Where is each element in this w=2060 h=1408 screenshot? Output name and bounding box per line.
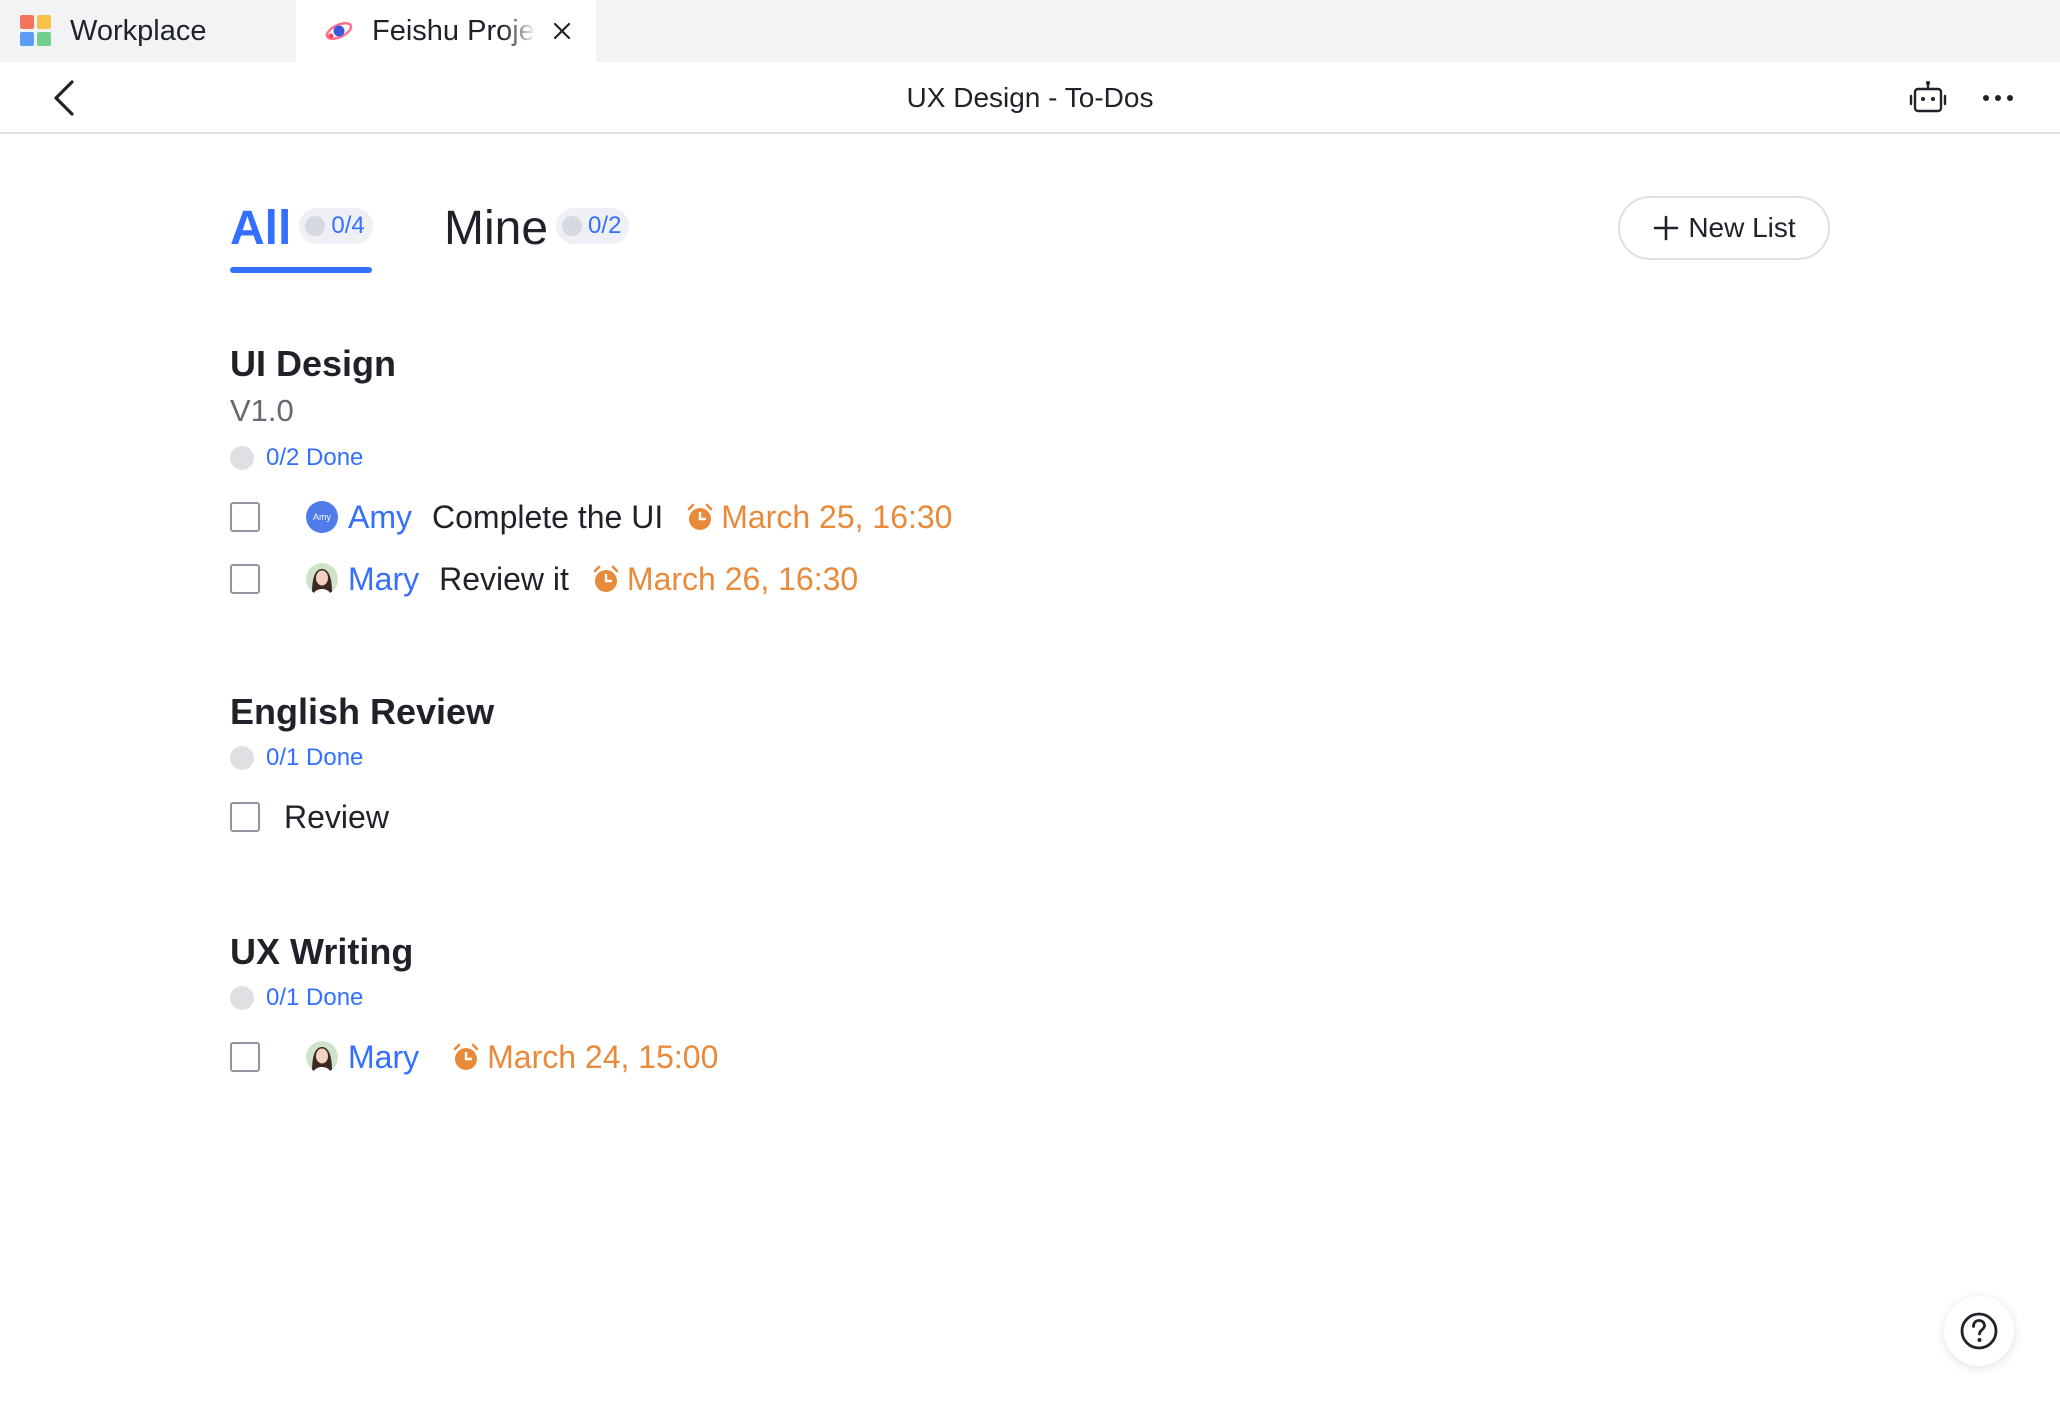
active-tab-underline bbox=[230, 267, 372, 273]
task-text: Review it bbox=[439, 560, 569, 597]
task-text: Complete the UI bbox=[432, 498, 664, 535]
task-row[interactable]: Review bbox=[230, 786, 1830, 848]
alarm-clock-icon bbox=[593, 565, 619, 592]
more-icon[interactable] bbox=[1978, 78, 2018, 118]
assignee-name: Amy bbox=[348, 498, 412, 535]
filter-tab-mine-label: Mine bbox=[444, 202, 549, 255]
progress-text: 0/2 Done bbox=[266, 444, 364, 471]
task-assignee[interactable]: Amy Amy bbox=[306, 499, 412, 536]
progress-dot bbox=[230, 986, 254, 1010]
list-progress: 0/2 Done bbox=[230, 438, 1830, 478]
plus-icon bbox=[1654, 215, 1679, 241]
task-assignee[interactable]: Mary bbox=[306, 561, 419, 598]
count-badge: 0/2 bbox=[556, 208, 630, 244]
avatar bbox=[306, 563, 338, 595]
count-badge-text: 0/2 bbox=[588, 212, 622, 239]
task-due[interactable]: March 25, 16:30 bbox=[685, 499, 952, 536]
todo-list-section: UX Writing 0/1 Done Mary March 24, 15:00 bbox=[230, 930, 1830, 1088]
list-subtitle: V1.0 bbox=[230, 393, 294, 428]
filter-tab-all-label: All bbox=[230, 202, 292, 255]
list-title: UX Writing bbox=[230, 931, 414, 972]
workplace-grid-icon bbox=[20, 15, 51, 46]
tab-feishu-project[interactable]: Feishu Project bbox=[296, 0, 596, 62]
task-checkbox[interactable] bbox=[230, 564, 260, 594]
feishu-project-icon bbox=[325, 22, 353, 40]
progress-dot bbox=[230, 746, 254, 770]
task-row[interactable]: Mary Review it March 26, 16:30 bbox=[230, 548, 1830, 610]
close-icon[interactable] bbox=[548, 17, 576, 45]
list-progress: 0/1 Done bbox=[230, 978, 1830, 1018]
bot-icon[interactable] bbox=[1908, 78, 1948, 118]
list-title: UI Design bbox=[230, 343, 397, 384]
assignee-name: Mary bbox=[348, 1038, 420, 1075]
new-list-label: New List bbox=[1688, 212, 1796, 243]
list-progress: 0/1 Done bbox=[230, 738, 1830, 778]
task-assignee[interactable]: Mary bbox=[306, 1039, 419, 1076]
due-text: March 26, 16:30 bbox=[626, 560, 859, 597]
todo-list-section: UI Design V1.0 0/2 Done Amy Amy Complete… bbox=[230, 342, 1830, 610]
due-text: March 25, 16:30 bbox=[721, 498, 953, 535]
alarm-clock-icon bbox=[453, 1043, 479, 1070]
page-header: UX Design - To-Dos bbox=[0, 62, 2060, 134]
task-text: Review bbox=[284, 798, 389, 835]
todo-list-section: English Review 0/1 Done Review bbox=[230, 690, 1830, 848]
progress-dot bbox=[230, 446, 254, 470]
due-text: March 24, 15:00 bbox=[487, 1038, 719, 1075]
new-list-button[interactable]: New List bbox=[1618, 196, 1830, 260]
progress-dot bbox=[305, 216, 326, 236]
task-due[interactable]: March 24, 15:00 bbox=[451, 1039, 718, 1076]
task-checkbox[interactable] bbox=[230, 802, 260, 832]
task-checkbox[interactable] bbox=[230, 1042, 260, 1072]
help-button[interactable] bbox=[1944, 1296, 2014, 1366]
task-row[interactable]: Amy Amy Complete the UI March 25, 16:30 bbox=[230, 486, 1830, 548]
task-checkbox[interactable] bbox=[230, 502, 260, 532]
avatar: Amy bbox=[306, 501, 338, 533]
progress-dot bbox=[562, 216, 583, 236]
filter-tab-mine[interactable]: Mine 0/2 bbox=[444, 198, 630, 278]
tab-workplace-label: Workplace bbox=[70, 14, 207, 47]
task-due[interactable]: March 26, 16:30 bbox=[591, 561, 858, 598]
tab-bar: Workplace Feishu Project bbox=[0, 0, 2060, 62]
tab-workplace[interactable]: Workplace bbox=[0, 0, 296, 62]
help-icon bbox=[1960, 1312, 1998, 1350]
avatar bbox=[306, 1041, 338, 1073]
progress-text: 0/1 Done bbox=[266, 984, 364, 1011]
progress-text: 0/1 Done bbox=[266, 744, 364, 771]
list-title: English Review bbox=[230, 691, 495, 732]
page-title: UX Design - To-Dos bbox=[906, 82, 1154, 113]
task-row[interactable]: Mary March 24, 15:00 bbox=[230, 1026, 1830, 1088]
tab-feishu-project-label: Feishu Project bbox=[372, 14, 536, 47]
count-badge: 0/4 bbox=[299, 208, 373, 244]
count-badge-text: 0/4 bbox=[331, 212, 365, 239]
alarm-clock-icon bbox=[687, 503, 713, 530]
filter-tab-all[interactable]: All 0/4 bbox=[230, 198, 373, 278]
assignee-name: Mary bbox=[348, 560, 420, 597]
